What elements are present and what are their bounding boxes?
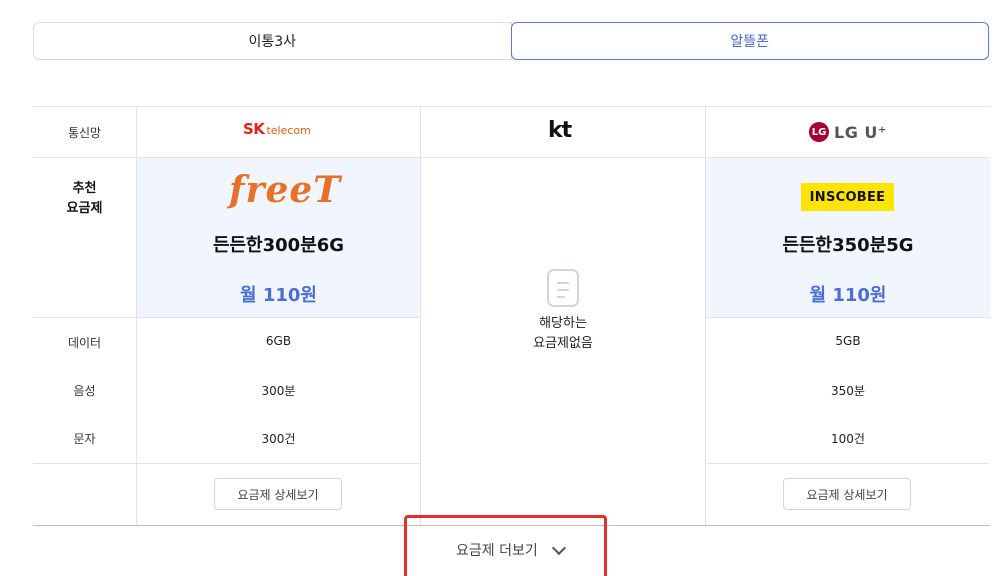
voice-value-sk: 300분 [261,384,296,398]
plan-detail-button-lg[interactable]: 요금제 상세보기 [783,478,911,510]
label-recommended-line2: 요금제 [66,201,103,216]
lg-uplus-logo: LG LG U⁺ [809,122,887,142]
sms-value-sk: 300건 [261,432,296,446]
plan-detail-button-sk[interactable]: 요금제 상세보기 [214,478,342,510]
label-voice: 음성 [73,384,96,398]
label-carrier: 통신망 [67,126,102,140]
carrier-type-tabs: 이통3사 알뜰폰 [33,22,989,60]
voice-value-lg: 350분 [831,384,865,398]
chevron-down-icon [551,540,566,555]
more-plans-button[interactable]: 요금제 더보기 [456,540,566,560]
inscobee-logo: INSCOBEE [801,183,894,211]
plan-comparison-table: 통신망 추천 요금제 데이터 음성 문자 SK telecom freeT 든든… [33,106,990,526]
kt-logo: kt [548,118,572,143]
row-divider [705,317,990,318]
document-icon-line [557,296,565,298]
tab-mvno[interactable]: 알뜰폰 [510,22,989,60]
row-divider [33,317,420,318]
plan-name-lg: 든든한350분5G [782,235,914,256]
sms-value-lg: 100건 [831,432,865,446]
document-icon-line [557,289,569,291]
freet-logo: freeT [229,169,342,211]
document-icon-line [557,282,569,284]
no-plan-message: 해당하는 요금제없음 [421,314,705,354]
label-recommended-line1: 추천 [72,181,97,196]
plan-price-sk: 월 110원 [240,285,317,306]
no-plan-line2: 요금제없음 [533,336,593,351]
sk-mark: SK [243,120,265,138]
label-sms: 문자 [73,432,96,446]
lg-mark: LG [809,122,829,142]
more-plans-label: 요금제 더보기 [456,543,538,559]
no-plan-line1: 해당하는 [539,316,587,331]
sk-telecom-logo: SK telecom [243,120,311,138]
row-divider [33,157,990,158]
label-data: 데이터 [67,336,102,350]
plan-name-sk: 든든한300분6G [212,235,345,256]
row-divider [705,463,990,464]
label-recommended: 추천 요금제 [33,179,136,219]
data-value-sk: 6GB [265,334,292,348]
tab-major-carriers[interactable]: 이통3사 [33,22,512,60]
row-divider [33,463,420,464]
lg-text: LG U⁺ [834,122,887,142]
data-value-lg: 5GB [835,334,861,348]
sk-text: telecom [266,124,311,137]
document-icon [547,269,579,307]
plan-price-lg: 월 110원 [809,285,887,306]
